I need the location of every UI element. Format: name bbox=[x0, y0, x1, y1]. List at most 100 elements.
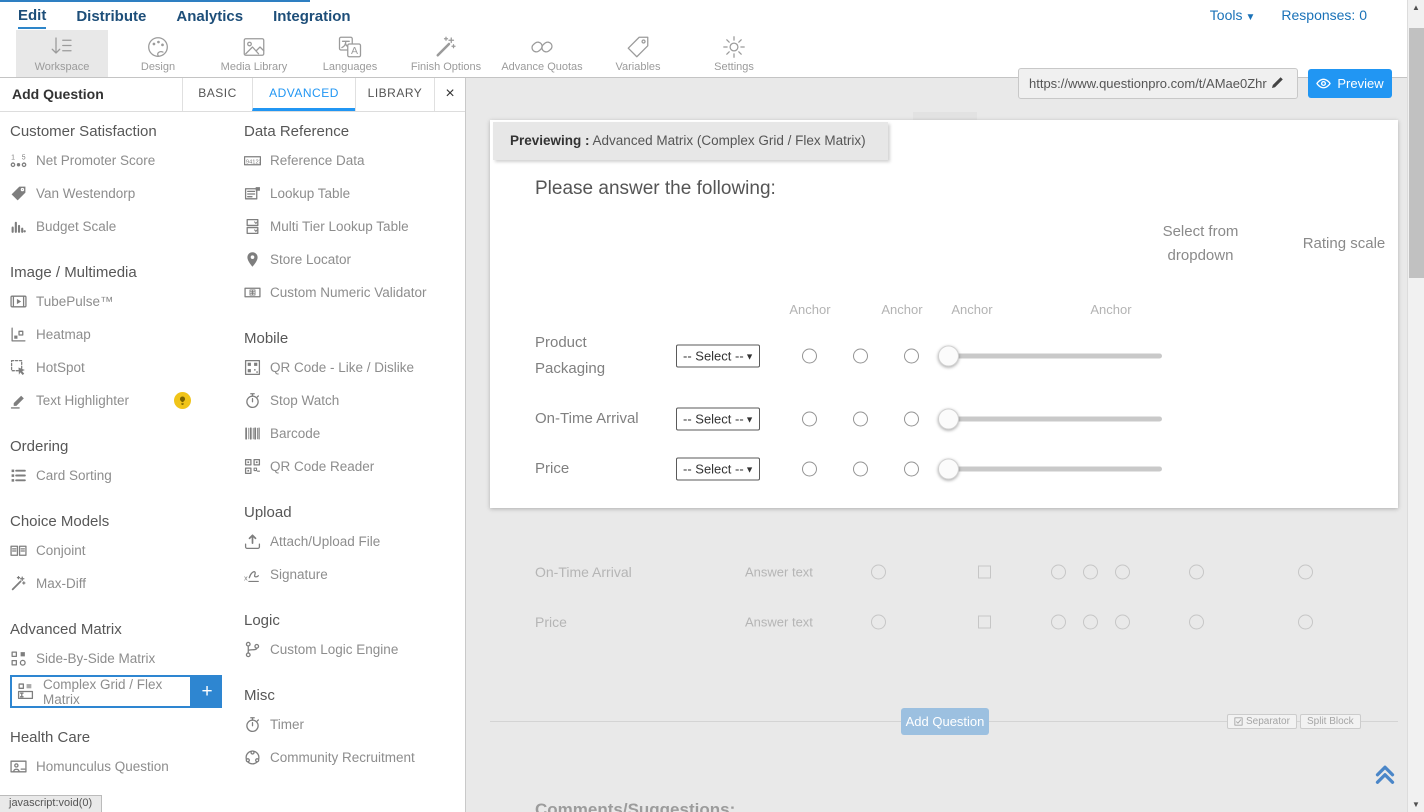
question-type-community-recruitment[interactable]: Community Recruitment bbox=[244, 741, 465, 774]
add-selected-question-button[interactable]: + bbox=[192, 675, 222, 708]
previewing-header: Previewing : Advanced Matrix (Complex Gr… bbox=[493, 122, 888, 160]
rating-radio-price-3[interactable] bbox=[904, 462, 919, 477]
slider-track-product-packaging[interactable] bbox=[938, 354, 1162, 359]
preview-button[interactable]: Preview bbox=[1308, 69, 1392, 98]
nav-tab-distribute[interactable]: Distribute bbox=[76, 3, 146, 28]
question-type-text-highlighter[interactable]: Text Highlighter bbox=[10, 384, 236, 417]
toolbar-settings[interactable]: Settings bbox=[688, 30, 780, 77]
vertical-scrollbar[interactable]: ▲ ▼ bbox=[1407, 0, 1424, 812]
question-type-store-locator[interactable]: Store Locator bbox=[244, 243, 465, 276]
question-type-net-promoter-score[interactable]: 15Net Promoter Score bbox=[10, 144, 236, 177]
rating-radio-on-time-arrival-2[interactable] bbox=[853, 412, 868, 427]
question-type-signature[interactable]: x Signature bbox=[244, 558, 465, 591]
question-type-label-signature: Signature bbox=[270, 567, 328, 582]
responses-count[interactable]: Responses: 0 bbox=[1281, 7, 1367, 23]
question-type-label-text-highlighter: Text Highlighter bbox=[36, 393, 129, 408]
editor-radio bbox=[1115, 615, 1130, 630]
question-type-qr-code-reader[interactable]: QR Code Reader bbox=[244, 450, 465, 483]
toolbar-languages[interactable]: ALanguages bbox=[304, 30, 396, 77]
question-type-max-diff[interactable]: Max-Diff bbox=[10, 567, 236, 600]
scrollbar-down-arrow-icon[interactable]: ▼ bbox=[1408, 797, 1424, 812]
slider-handle-product-packaging[interactable] bbox=[938, 346, 959, 367]
panel-tabs: BASICADVANCEDLIBRARY bbox=[182, 78, 434, 111]
svg-text:x: x bbox=[244, 573, 248, 582]
question-type-stop-watch[interactable]: Stop Watch bbox=[244, 384, 465, 417]
caret-down-icon: ▼ bbox=[745, 414, 754, 424]
question-type-qr-code-like-dislike[interactable]: QR Code - Like / Dislike bbox=[244, 351, 465, 384]
editor-radio bbox=[1115, 565, 1130, 580]
dropdown-select-product-packaging[interactable]: -- Select --▼ bbox=[676, 345, 760, 368]
rating-radio-on-time-arrival-1[interactable] bbox=[802, 412, 817, 427]
slider-handle-price[interactable] bbox=[938, 459, 959, 480]
slider-track-on-time-arrival[interactable] bbox=[938, 417, 1162, 422]
dropdown-select-price[interactable]: -- Select --▼ bbox=[676, 458, 760, 481]
question-type-budget-scale[interactable]: Budget Scale bbox=[10, 210, 236, 243]
toolbar-finish-options[interactable]: Finish Options bbox=[400, 30, 492, 77]
question-type-multi-tier-lookup-table[interactable]: Multi Tier Lookup Table bbox=[244, 210, 465, 243]
question-type-homunculus-question[interactable]: Homunculus Question bbox=[10, 750, 236, 783]
nav-tab-analytics[interactable]: Analytics bbox=[176, 3, 243, 28]
close-icon[interactable]: × bbox=[434, 78, 465, 111]
toolbar-advance-quotas[interactable]: Advance Quotas bbox=[496, 30, 588, 77]
question-type-label-barcode: Barcode bbox=[270, 426, 320, 441]
scrollbar-up-arrow-icon[interactable]: ▲ bbox=[1408, 0, 1424, 15]
split-block-button[interactable]: Split Block bbox=[1300, 714, 1361, 729]
question-type-label-custom-numeric-validator: Custom Numeric Validator bbox=[270, 285, 427, 300]
toolbar-label-media-library: Media Library bbox=[221, 61, 288, 73]
rating-radio-price-1[interactable] bbox=[802, 462, 817, 477]
question-type-label-qr-code-like-dislike: QR Code - Like / Dislike bbox=[270, 360, 414, 375]
question-type-conjoint[interactable]: Conjoint bbox=[10, 534, 236, 567]
svg-text:1: 1 bbox=[11, 155, 15, 162]
question-text: Please answer the following: bbox=[535, 178, 776, 200]
slider-track-price[interactable] bbox=[938, 467, 1162, 472]
add-question-button[interactable]: Add Question bbox=[901, 708, 989, 735]
toolbar-design[interactable]: Design bbox=[112, 30, 204, 77]
question-type-custom-numeric-validator[interactable]: Custom Numeric Validator bbox=[244, 276, 465, 309]
section-heading-data-reference: Data Reference bbox=[244, 123, 465, 140]
dropdown-select-value: -- Select -- bbox=[683, 462, 744, 477]
slider-handle-on-time-arrival[interactable] bbox=[938, 409, 959, 430]
rating-radio-product-packaging-2[interactable] bbox=[853, 349, 868, 364]
scrollbar-thumb[interactable] bbox=[1409, 28, 1424, 278]
edit-url-pencil-icon[interactable] bbox=[1270, 74, 1288, 92]
eye-icon bbox=[1316, 76, 1331, 91]
toolbar-media-library[interactable]: Media Library bbox=[208, 30, 300, 77]
tab-library[interactable]: LIBRARY bbox=[355, 78, 434, 111]
tab-advanced[interactable]: ADVANCED bbox=[252, 78, 355, 111]
question-type-attach-upload-file[interactable]: Attach/Upload File bbox=[244, 525, 465, 558]
matrix-row-product-packaging: Product Packaging-- Select --▼ bbox=[490, 334, 1398, 378]
tools-menu[interactable]: Tools▼ bbox=[1210, 7, 1256, 23]
question-type-heatmap[interactable]: Heatmap bbox=[10, 318, 236, 351]
question-type-custom-logic-engine[interactable]: Custom Logic Engine bbox=[244, 633, 465, 666]
editor-checkbox bbox=[978, 566, 991, 579]
rating-radio-product-packaging-3[interactable] bbox=[904, 349, 919, 364]
toolbar-workspace[interactable]: Workspace bbox=[16, 30, 108, 77]
rating-radio-product-packaging-1[interactable] bbox=[802, 349, 817, 364]
question-type-complex-grid-flex-matrix[interactable]: Complex Grid / Flex Matrix bbox=[10, 675, 192, 708]
rating-radio-price-2[interactable] bbox=[853, 462, 868, 477]
rating-radio-on-time-arrival-3[interactable] bbox=[904, 412, 919, 427]
question-type-card-sorting[interactable]: Card Sorting bbox=[10, 459, 236, 492]
question-type-barcode[interactable]: Barcode bbox=[244, 417, 465, 450]
editor-row-price: PriceAnswer text bbox=[466, 607, 1407, 637]
matrix-row-on-time-arrival: On-Time Arrival-- Select --▼ bbox=[490, 397, 1398, 441]
question-type-timer[interactable]: Timer bbox=[244, 708, 465, 741]
caret-down-icon: ▼ bbox=[745, 464, 754, 474]
scroll-to-top-chevrons-icon[interactable] bbox=[1372, 762, 1398, 786]
nav-tab-edit[interactable]: Edit bbox=[18, 2, 46, 29]
separator-toggle[interactable]: Separator bbox=[1227, 714, 1297, 729]
tab-basic[interactable]: BASIC bbox=[182, 78, 252, 111]
question-type-reference-data[interactable]: 94123Reference Data bbox=[244, 144, 465, 177]
toolbar-label-design: Design bbox=[141, 61, 175, 73]
question-type-van-westendorp[interactable]: Van Westendorp bbox=[10, 177, 236, 210]
heatmap-icon bbox=[10, 326, 27, 343]
toolbar-variables[interactable]: Variables bbox=[592, 30, 684, 77]
question-type-lookup-table[interactable]: Lookup Table bbox=[244, 177, 465, 210]
sbs-matrix-icon bbox=[10, 650, 27, 667]
nav-tab-integration[interactable]: Integration bbox=[273, 3, 351, 28]
question-type-side-by-side-matrix[interactable]: Side-By-Side Matrix bbox=[10, 642, 236, 675]
question-type-hotspot[interactable]: HotSpot bbox=[10, 351, 236, 384]
survey-url-input[interactable]: https://www.questionpro.com/t/AMae0Zhr bbox=[1018, 68, 1298, 99]
dropdown-select-on-time-arrival[interactable]: -- Select --▼ bbox=[676, 408, 760, 431]
question-type-tubepulse[interactable]: TubePulse™ bbox=[10, 285, 236, 318]
